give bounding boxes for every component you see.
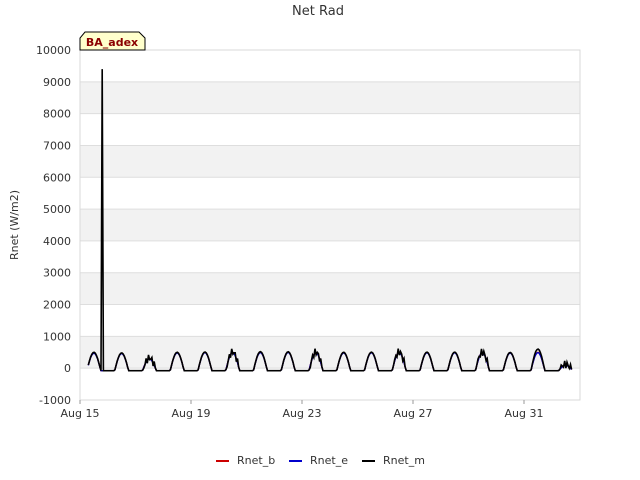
y-axis-label: Rnet (W/m2) [8,190,21,260]
x-axis-ticks: Aug 15 Aug 19 Aug 23 Aug 27 Aug 31 [61,400,544,420]
x-tick-label: Aug 19 [172,407,211,420]
y-tick-label: 9000 [43,76,71,89]
y-tick-label: 5000 [43,203,71,216]
plot-band [80,81,580,114]
y-tick-label: 1000 [43,330,71,343]
legend-label: Rnet_e [310,454,348,467]
site-tag: BA_adex [79,31,146,51]
x-tick-label: Aug 23 [283,407,322,420]
chart-title: Net Rad [292,4,344,19]
y-tick-label: 7000 [43,139,71,152]
x-tick-label: Aug 31 [505,407,544,420]
net-rad-chart: Net Rad -1000 0 1000 2000 3000 4000 5000 6000 70… [8,4,581,467]
legend: Rnet_b Rnet_e Rnet_m [216,454,425,467]
site-tag-label: BA_adex [86,36,138,49]
y-tick-label: 3000 [43,267,71,280]
y-tick-label: 2000 [43,299,71,312]
legend-label: Rnet_m [383,454,425,467]
y-tick-label: 0 [64,362,71,375]
y-tick-label: 4000 [43,235,71,248]
plot-band [80,209,580,241]
x-tick-label: Aug 15 [61,407,100,420]
y-tick-label: 8000 [43,108,71,121]
plot-band [80,145,580,178]
plot-bands [80,81,580,369]
x-tick-label: Aug 27 [394,407,433,420]
y-tick-label: 10000 [36,44,71,57]
y-axis-ticks: -1000 0 1000 2000 3000 4000 5000 6000 7000 8000 90… [36,44,71,407]
legend-label: Rnet_b [237,454,275,467]
y-tick-label: 6000 [43,171,71,184]
plot-band [80,272,580,305]
y-tick-label: -1000 [39,394,71,407]
